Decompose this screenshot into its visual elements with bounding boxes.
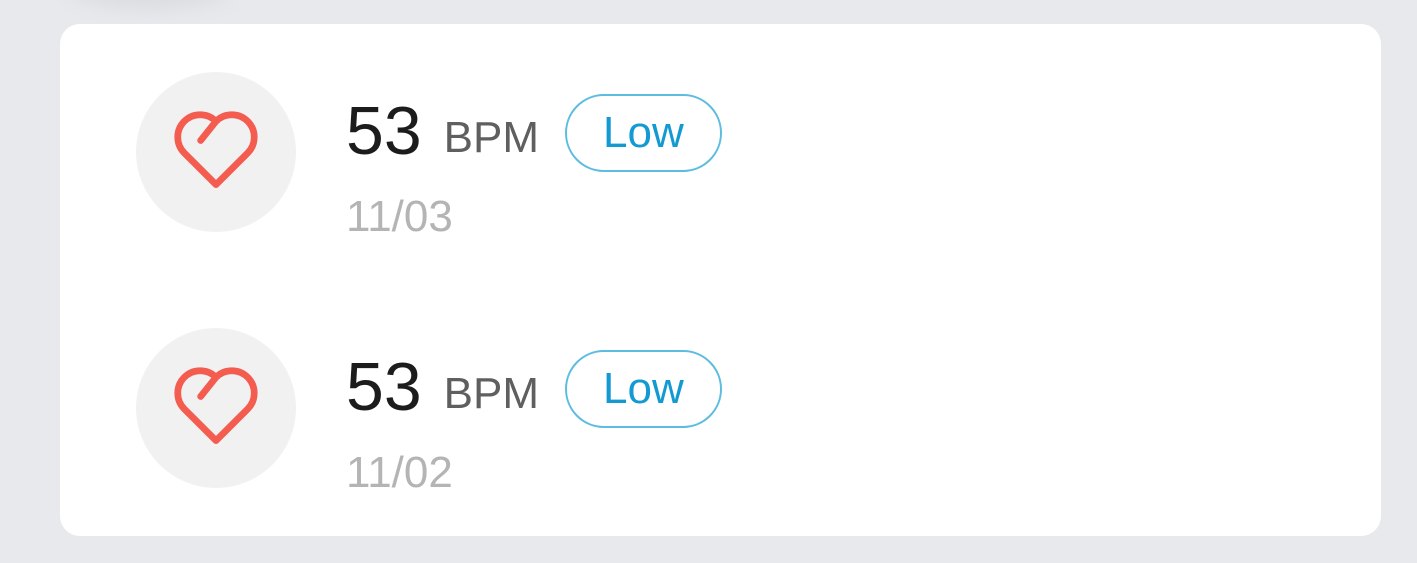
bpm-unit: BPM — [443, 113, 539, 162]
reading-date: 11/03 — [346, 192, 453, 241]
bpm-value: 53 — [346, 93, 422, 169]
bpm-unit: BPM — [443, 369, 539, 418]
background-shadow — [70, 0, 230, 10]
heart-icon — [174, 367, 258, 444]
status-badge: Low — [565, 94, 722, 172]
status-badge: Low — [565, 350, 722, 428]
heart-rate-history-card: 53 BPM Low 11/03 53 BPM Low 11/02 — [60, 24, 1381, 536]
heart-icon-container — [136, 72, 296, 232]
reading-date: 11/02 — [346, 448, 453, 497]
reading-line: 53 BPM Low — [346, 91, 722, 172]
bpm-value: 53 — [346, 349, 422, 425]
heart-icon — [174, 111, 258, 188]
heart-icon-container — [136, 328, 296, 488]
reading-line: 53 BPM Low — [346, 347, 722, 428]
heart-rate-record[interactable]: 53 BPM Low 11/02 — [60, 327, 1381, 497]
heart-rate-record[interactable]: 53 BPM Low 11/03 — [60, 71, 1381, 241]
